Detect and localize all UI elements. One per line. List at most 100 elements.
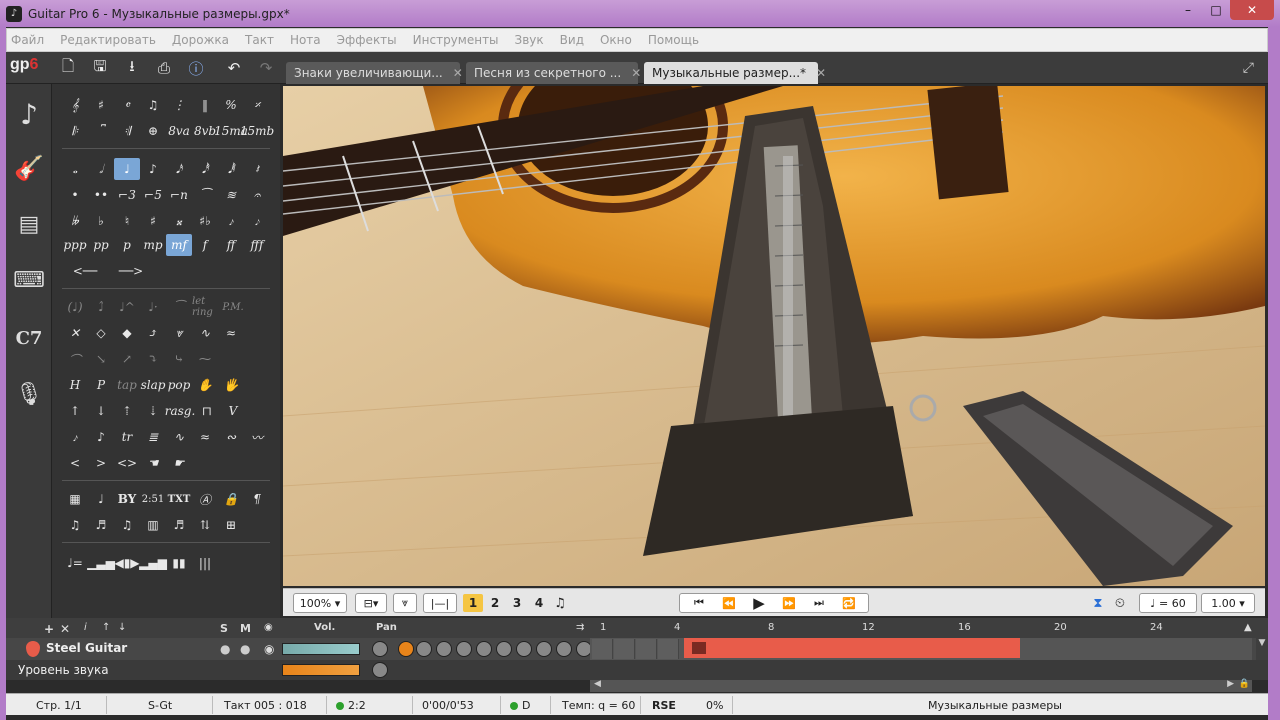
wave-icon[interactable]: ∿: [166, 426, 192, 448]
slide-down-icon[interactable]: ↘: [88, 348, 114, 370]
wah-icon[interactable]: ▂▄▆: [139, 552, 167, 574]
move-track-up-icon[interactable]: ↑: [102, 622, 110, 633]
menu-note[interactable]: Нота: [290, 33, 321, 47]
move-track-down-icon[interactable]: ↓: [118, 622, 126, 633]
tremolo-icon[interactable]: ≋: [218, 184, 244, 206]
countdown-icon[interactable]: ⏲: [1109, 593, 1131, 613]
scroll-left-icon[interactable]: ◀: [594, 679, 601, 689]
slide-out-icon[interactable]: ⤵: [140, 348, 166, 370]
crescendo-small-icon[interactable]: <: [62, 452, 88, 474]
beam2-icon[interactable]: ♬: [88, 514, 114, 536]
pick-up-icon[interactable]: V: [220, 400, 246, 422]
note-range-icon[interactable]: |—|: [423, 593, 457, 613]
eq-knob-3[interactable]: [456, 641, 472, 657]
close-button[interactable]: ✕: [1230, 0, 1274, 20]
dynamic-mf[interactable]: mf: [166, 234, 192, 256]
layout-select[interactable]: ⊟▾: [355, 593, 387, 613]
timeline-hscroll[interactable]: ◀ ▶ 🔒: [590, 679, 1252, 692]
downstroke-icon[interactable]: ↓: [88, 400, 114, 422]
eq-knob-2[interactable]: [436, 641, 452, 657]
visibility-eye-icon[interactable]: ◉: [264, 642, 274, 656]
play-icon[interactable]: ▶: [744, 594, 774, 612]
menu-help[interactable]: Помощь: [648, 33, 699, 47]
master-volume-track[interactable]: Уровень звука: [6, 660, 1268, 680]
sharp-icon[interactable]: ♯: [140, 210, 166, 232]
voice-4-button[interactable]: 4: [529, 594, 549, 612]
golpe-plus-icon[interactable]: ☛: [166, 452, 192, 474]
bar-cell[interactable]: [658, 639, 679, 659]
auto-icon[interactable]: ♬: [166, 514, 192, 536]
palm-mute-label[interactable]: P.M.: [218, 296, 248, 318]
lock-scroll-icon[interactable]: 🔒: [1239, 679, 1250, 689]
grace-icon[interactable]: 𝆔: [62, 426, 88, 448]
voice-3-button[interactable]: 3: [507, 594, 527, 612]
time-signature-icon[interactable]: 𝄴: [114, 94, 140, 116]
sixteenth-note-icon[interactable]: 𝅘𝅥𝅯: [166, 158, 192, 180]
master-pan-knob[interactable]: [372, 662, 388, 678]
eighth-note-icon[interactable]: ♪: [140, 158, 166, 180]
tab-signs[interactable]: Знаки увеличивающи... ✕: [286, 62, 463, 84]
mixer-icon[interactable]: ▤: [12, 202, 46, 246]
tempo-automation-icon[interactable]: ♩=: [62, 552, 88, 574]
voice-2-button[interactable]: 2: [485, 594, 505, 612]
tap-label[interactable]: tap: [114, 374, 140, 396]
lock-icon[interactable]: 🔒: [218, 488, 244, 510]
double-flat-icon[interactable]: 𝄫: [62, 210, 88, 232]
pan-knob[interactable]: [372, 641, 388, 657]
wide-vibrato-icon[interactable]: ≈: [218, 322, 244, 344]
fast-forward-icon[interactable]: ⏩: [774, 597, 804, 610]
pick-down-icon[interactable]: ⊓: [194, 400, 220, 422]
golpe-icon[interactable]: ☚: [140, 452, 166, 474]
dynamic-p[interactable]: p: [114, 234, 140, 256]
pan-automation-icon[interactable]: ◀▮▶: [114, 552, 140, 574]
timer-label[interactable]: 2:51: [140, 488, 166, 510]
master-volume-slider[interactable]: [282, 664, 360, 676]
tab-song[interactable]: Песня из секретного ... ✕: [466, 62, 641, 84]
legato-icon[interactable]: ⁀: [166, 296, 192, 318]
dynamic-pp[interactable]: pp: [88, 234, 114, 256]
print-icon[interactable]: ⎙: [152, 56, 176, 80]
dynamic-ppp[interactable]: ppp: [62, 234, 88, 256]
pop-label[interactable]: pop: [166, 374, 192, 396]
quarter-note-icon[interactable]: ♩: [114, 158, 140, 180]
tuplet-n-icon[interactable]: ⌐n: [166, 184, 192, 206]
menu-window[interactable]: Окно: [600, 33, 632, 47]
chord-icon[interactable]: C7: [12, 316, 46, 360]
coda-icon[interactable]: ⊕: [140, 120, 166, 142]
ottava-15mb[interactable]: 15mb: [240, 120, 274, 142]
pull-off-icon[interactable]: P: [88, 374, 114, 396]
repeat-start-icon[interactable]: 𝄆: [62, 120, 88, 142]
fermata-icon[interactable]: 𝄐: [244, 184, 270, 206]
text-label[interactable]: TXT: [166, 488, 192, 510]
metronome-icon[interactable]: ⧗: [1087, 593, 1109, 613]
wave3-icon[interactable]: 〰: [244, 426, 270, 448]
decrescendo-icon[interactable]: ──>: [108, 260, 154, 282]
minimize-button[interactable]: –: [1174, 0, 1202, 20]
alternate-ending-icon[interactable]: ⎴: [88, 120, 114, 142]
repeat-open-icon[interactable]: ⋮: [166, 94, 192, 116]
brush-up-icon[interactable]: ⇡: [114, 400, 140, 422]
add-track-icon[interactable]: +: [44, 622, 54, 636]
slap-label[interactable]: slap: [140, 374, 166, 396]
chord-diagram-icon[interactable]: ▦: [62, 488, 88, 510]
loop-icon[interactable]: 🔁: [834, 597, 864, 610]
bar-cell[interactable]: [592, 639, 613, 659]
new-file-icon[interactable]: 🗋: [56, 56, 80, 80]
menu-bar-item[interactable]: Такт: [245, 33, 274, 47]
brush-down-icon[interactable]: ⇣: [140, 400, 166, 422]
simile-icon[interactable]: %: [218, 94, 244, 116]
eq-knob-7[interactable]: [536, 641, 552, 657]
eq-knob-4[interactable]: [476, 641, 492, 657]
volume-slider[interactable]: [282, 643, 360, 655]
ghost-note-icon[interactable]: (♩): [62, 296, 88, 318]
paragraph-icon[interactable]: ¶: [244, 488, 270, 510]
tab-close-icon[interactable]: ✕: [631, 66, 641, 80]
last-bar-icon[interactable]: ⏭: [804, 596, 834, 610]
menu-track[interactable]: Дорожка: [172, 33, 229, 47]
save-icon[interactable]: 🖫: [88, 56, 112, 80]
voice-1-button[interactable]: 1: [463, 594, 483, 612]
timeline-scroll-up-icon[interactable]: ▲: [1244, 622, 1252, 633]
wave2-icon[interactable]: ≈: [192, 426, 218, 448]
dynamic-f[interactable]: f: [192, 234, 218, 256]
harmonic-icon[interactable]: ◇: [88, 322, 114, 344]
